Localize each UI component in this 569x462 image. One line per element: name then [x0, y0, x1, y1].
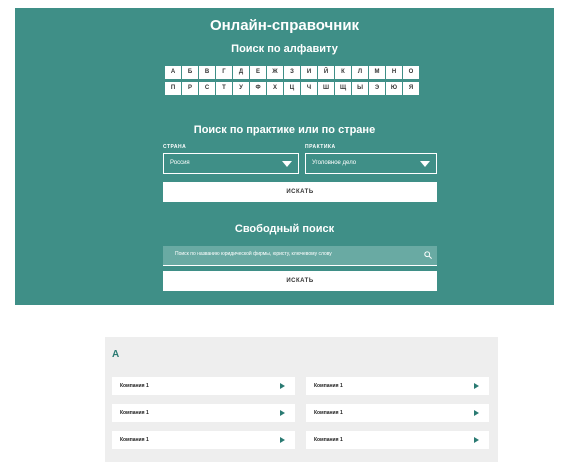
play-arrow-icon: [280, 437, 285, 443]
list-item[interactable]: Компания 1: [112, 404, 295, 422]
alphabet-letter-button[interactable]: Ы: [352, 82, 368, 95]
alphabet-letter-button[interactable]: Ф: [250, 82, 266, 95]
alphabet-letter-button[interactable]: Й: [318, 66, 334, 79]
list-item[interactable]: Компания 1: [112, 431, 295, 449]
play-arrow-icon: [474, 437, 479, 443]
practice-select[interactable]: Уголовное дело: [305, 153, 437, 174]
search-icon[interactable]: [424, 251, 432, 259]
list-item[interactable]: Компания 1: [306, 377, 489, 395]
company-name: Компания 1: [120, 383, 149, 389]
page-title: Онлайн-справочник: [209, 17, 360, 34]
chevron-down-icon: [282, 161, 292, 167]
alphabet-letter-button[interactable]: Э: [369, 82, 385, 95]
alphabet-letter-button[interactable]: Ю: [386, 82, 402, 95]
free-search-button[interactable]: ИСКАТЬ: [163, 271, 437, 291]
alphabet-letter-button[interactable]: И: [301, 66, 317, 79]
list-item[interactable]: Компания 1: [112, 377, 295, 395]
country-label: СТРАНА: [163, 144, 187, 150]
alphabet-letter-button[interactable]: У: [233, 82, 249, 95]
alphabet-letter-button[interactable]: М: [369, 66, 385, 79]
alphabet-letter-button[interactable]: С: [199, 82, 215, 95]
results-letter-heading: А: [112, 349, 120, 360]
free-search-title: Свободный поиск: [234, 223, 335, 235]
alphabet-letter-button[interactable]: Ш: [318, 82, 334, 95]
alphabet-search-title: Поиск по алфавиту: [231, 43, 338, 55]
results-panel: А Компания 1 Компания 1 Компания 1 Компа…: [105, 337, 498, 462]
alphabet-letter-button[interactable]: Ц: [284, 82, 300, 95]
company-name: Компания 1: [120, 410, 149, 416]
practice-select-value: Уголовное дело: [312, 160, 357, 166]
alphabet-letter-button[interactable]: А: [165, 66, 181, 79]
practice-label: ПРАКТИКА: [305, 144, 336, 150]
country-select-value: Россия: [170, 160, 190, 166]
alphabet-letter-button[interactable]: Ч: [301, 82, 317, 95]
alphabet-letter-button[interactable]: Н: [386, 66, 402, 79]
list-item[interactable]: Компания 1: [306, 404, 489, 422]
alphabet-letter-button[interactable]: Г: [216, 66, 232, 79]
alphabet-letter-button[interactable]: Т: [216, 82, 232, 95]
practice-search-button[interactable]: ИСКАТЬ: [163, 182, 437, 202]
alphabet-letter-button[interactable]: О: [403, 66, 419, 79]
company-name: Компания 1: [120, 437, 149, 443]
company-name: Компания 1: [314, 437, 343, 443]
alphabet-letter-button[interactable]: Ж: [267, 66, 283, 79]
company-name: Компания 1: [314, 410, 343, 416]
alphabet-letter-button[interactable]: З: [284, 66, 300, 79]
company-name: Компания 1: [314, 383, 343, 389]
alphabet-letter-button[interactable]: В: [199, 66, 215, 79]
play-arrow-icon: [280, 383, 285, 389]
free-search-placeholder: Поиск по названию юридической фирмы, юри…: [175, 251, 332, 257]
free-search-input[interactable]: Поиск по названию юридической фирмы, юри…: [163, 246, 437, 266]
country-select[interactable]: Россия: [163, 153, 299, 174]
play-arrow-icon: [474, 410, 479, 416]
directory-hero: Онлайн-справочник Поиск по алфавиту АБВГ…: [15, 8, 554, 305]
practice-search-title: Поиск по практике или по стране: [193, 124, 376, 136]
alphabet-letter-button[interactable]: Е: [250, 66, 266, 79]
play-arrow-icon: [280, 410, 285, 416]
chevron-down-icon: [420, 161, 430, 167]
alphabet-letter-button[interactable]: Х: [267, 82, 283, 95]
play-arrow-icon: [474, 383, 479, 389]
alphabet-letter-button[interactable]: Щ: [335, 82, 351, 95]
alphabet-letter-button[interactable]: П: [165, 82, 181, 95]
alphabet-row-2: ПРСТУФХЦЧШЩЫЭЮЯ: [165, 82, 440, 95]
alphabet-letter-button[interactable]: Я: [403, 82, 419, 95]
alphabet-letter-button[interactable]: Д: [233, 66, 249, 79]
alphabet-grid: АБВГДЕЖЗИЙКЛМНО ПРСТУФХЦЧШЩЫЭЮЯ: [165, 66, 440, 98]
alphabet-row-1: АБВГДЕЖЗИЙКЛМНО: [165, 66, 440, 79]
list-item[interactable]: Компания 1: [306, 431, 489, 449]
alphabet-letter-button[interactable]: Б: [182, 66, 198, 79]
alphabet-letter-button[interactable]: Л: [352, 66, 368, 79]
alphabet-letter-button[interactable]: Р: [182, 82, 198, 95]
alphabet-letter-button[interactable]: К: [335, 66, 351, 79]
